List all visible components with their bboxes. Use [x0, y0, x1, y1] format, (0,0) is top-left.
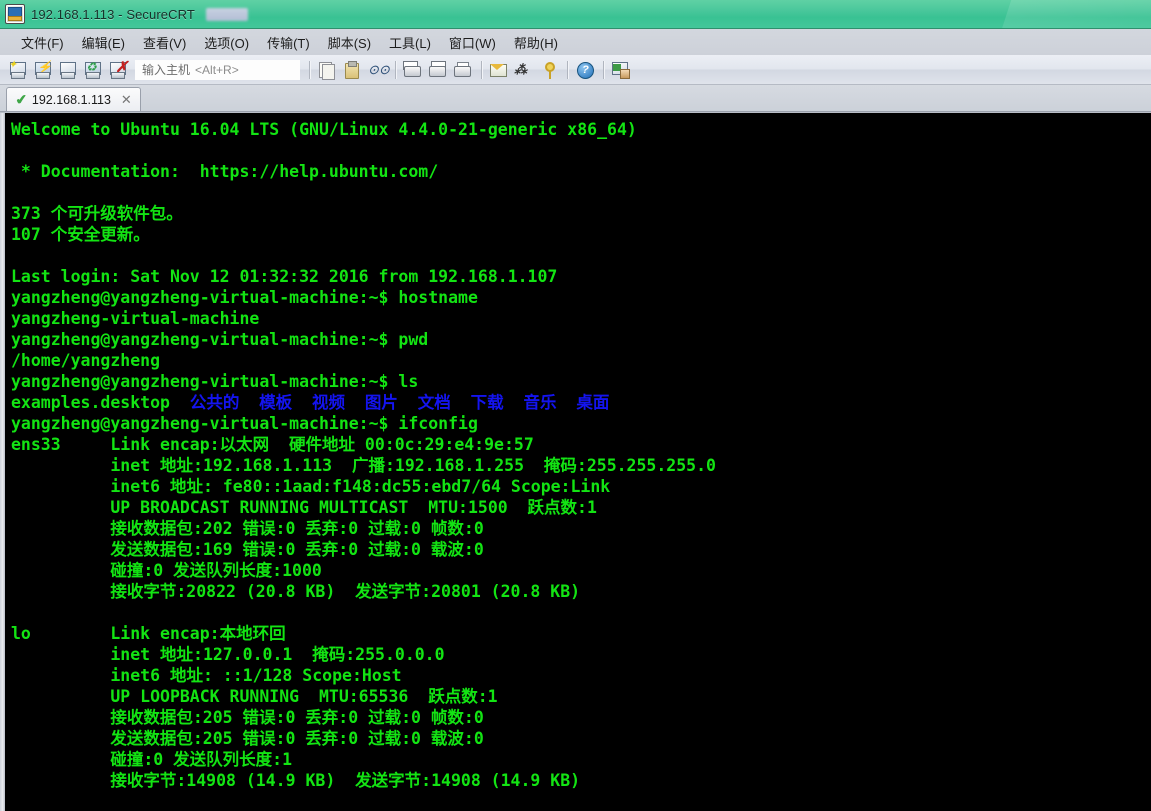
- terminal-line: 接收数据包:205 错误:0 丢弃:0 过载:0 帧数:0: [11, 708, 484, 727]
- terminal-line: 接收字节:14908 (14.9 KB) 发送字节:14908 (14.9 KB…: [11, 771, 581, 790]
- menu-script[interactable]: 脚本(S): [319, 30, 380, 55]
- terminal-line: yangzheng@yangzheng-virtual-machine:~$ l…: [11, 372, 419, 391]
- terminal-line: 发送数据包:205 错误:0 丢弃:0 过载:0 载波:0: [11, 729, 484, 748]
- close-icon[interactable]: ✕: [121, 93, 132, 106]
- terminal-line: 接收字节:20822 (20.8 KB) 发送字节:20801 (20.8 KB…: [11, 582, 581, 601]
- toolbar-separator: [395, 60, 396, 79]
- terminal-line: lo Link encap:本地环回: [11, 624, 286, 643]
- menu-file[interactable]: 文件(F): [12, 30, 73, 55]
- terminal-line: ens33 Link encap:以太网 硬件地址 00:0c:29:e4:9e…: [11, 435, 534, 454]
- host-input-label: 输入主机: [142, 63, 191, 77]
- terminal-line: examples.desktop 公共的 模板 视频 图片 文档 下载 音乐 桌…: [11, 392, 1151, 413]
- title-bar: 192.168.1.113 - SecureCRT: [0, 0, 1151, 29]
- title-redaction-blur: [205, 7, 248, 21]
- terminal-line: * Documentation: https://help.ubuntu.com…: [11, 162, 439, 181]
- copy-icon[interactable]: [315, 58, 338, 81]
- menu-tools[interactable]: 工具(L): [380, 30, 440, 55]
- menu-edit[interactable]: 编辑(E): [73, 30, 134, 55]
- terminal-directory-name: 公共的 模板 视频 图片 文档 下载 音乐 桌面: [189, 393, 610, 412]
- menu-view[interactable]: 查看(V): [134, 30, 195, 55]
- terminal-line: 发送数据包:169 错误:0 丢弃:0 过载:0 载波:0: [11, 540, 484, 559]
- quick-connect-icon[interactable]: ⚡: [32, 58, 55, 81]
- securecrt-window: 192.168.1.113 - SecureCRT 文件(F) 编辑(E) 查看…: [0, 0, 1151, 811]
- terminal-line: Welcome to Ubuntu 16.04 LTS (GNU/Linux 4…: [11, 120, 637, 139]
- key-icon[interactable]: [537, 58, 560, 81]
- terminal-panel[interactable]: Welcome to Ubuntu 16.04 LTS (GNU/Linux 4…: [0, 112, 1151, 811]
- arrange-icon[interactable]: [609, 58, 632, 81]
- connected-check-icon: ✔: [14, 90, 29, 108]
- terminal-line: 107 个安全更新。: [11, 225, 150, 244]
- securecrt-app-icon: [5, 4, 25, 24]
- terminal-line: yangzheng@yangzheng-virtual-machine:~$ i…: [11, 414, 478, 433]
- host-input-shortcut: <Alt+R>: [195, 62, 239, 77]
- print-icon[interactable]: [451, 58, 474, 81]
- new-session-icon[interactable]: ✦: [7, 58, 30, 81]
- terminal-line: yangzheng@yangzheng-virtual-machine:~$ h…: [11, 288, 478, 307]
- menu-bar: 文件(F) 编辑(E) 查看(V) 选项(O) 传输(T) 脚本(S) 工具(L…: [0, 29, 1151, 55]
- terminal-line: UP LOOPBACK RUNNING MTU:65536 跃点数:1: [11, 687, 498, 706]
- terminal-line: inet 地址:127.0.0.1 掩码:255.0.0.0: [11, 645, 445, 664]
- session-options-icon[interactable]: [487, 58, 510, 81]
- menu-transfer[interactable]: 传输(T): [258, 30, 319, 55]
- terminal-line: UP BROADCAST RUNNING MULTICAST MTU:1500 …: [11, 498, 597, 517]
- terminal-line: inet6 地址: ::1/128 Scope:Host: [11, 666, 402, 685]
- menu-window[interactable]: 窗口(W): [440, 30, 505, 55]
- paste-icon[interactable]: [340, 58, 363, 81]
- terminal-line: yangzheng@yangzheng-virtual-machine:~$ p…: [11, 330, 429, 349]
- toolbar: ✦ ⚡ ♻ ✗ 输入主机 <Alt+R> ⊙⊙ ⁂ ?: [0, 55, 1151, 85]
- terminal-line: /home/yangzheng: [11, 351, 161, 370]
- reconnect-icon[interactable]: ♻: [82, 58, 105, 81]
- disconnect-icon[interactable]: ✗: [107, 58, 130, 81]
- host-input[interactable]: 输入主机 <Alt+R>: [135, 59, 300, 80]
- print-screen-icon[interactable]: [401, 58, 424, 81]
- terminal-line: 碰撞:0 发送队列长度:1000: [11, 561, 322, 580]
- find-icon[interactable]: ⊙⊙: [365, 58, 390, 81]
- terminal-line: inet6 地址: fe80::1aad:f148:dc55:ebd7/64 S…: [11, 477, 611, 496]
- tab-label: 192.168.1.113: [31, 92, 111, 107]
- menu-help[interactable]: 帮助(H): [505, 30, 567, 55]
- terminal-line: 接收数据包:202 错误:0 丢弃:0 过载:0 帧数:0: [11, 519, 484, 538]
- log-session-icon[interactable]: [426, 58, 449, 81]
- terminal-text: examples.desktop: [11, 393, 190, 412]
- toolbar-separator: [567, 60, 568, 79]
- scrambled-keys-icon[interactable]: ⁂: [512, 58, 535, 81]
- toolbar-separator: [309, 60, 310, 79]
- tab-strip: ✔ 192.168.1.113 ✕: [0, 85, 1151, 112]
- menu-options[interactable]: 选项(O): [195, 30, 258, 55]
- window-title: 192.168.1.113 - SecureCRT: [31, 6, 195, 22]
- terminal-output[interactable]: Welcome to Ubuntu 16.04 LTS (GNU/Linux 4…: [5, 113, 1151, 811]
- toolbar-separator: [603, 60, 604, 79]
- terminal-line: inet 地址:192.168.1.113 广播:192.168.1.255 掩…: [11, 456, 716, 475]
- terminal-line: 碰撞:0 发送队列长度:1: [11, 750, 293, 769]
- terminal-line: yangzheng-virtual-machine: [11, 309, 260, 328]
- clone-session-icon[interactable]: [57, 58, 80, 81]
- terminal-line: 373 个可升级软件包。: [11, 204, 183, 223]
- terminal-line: Last login: Sat Nov 12 01:32:32 2016 fro…: [11, 267, 558, 286]
- help-icon[interactable]: ?: [573, 58, 596, 81]
- tab-192-168-1-113[interactable]: ✔ 192.168.1.113 ✕: [6, 87, 141, 111]
- toolbar-separator: [481, 60, 482, 79]
